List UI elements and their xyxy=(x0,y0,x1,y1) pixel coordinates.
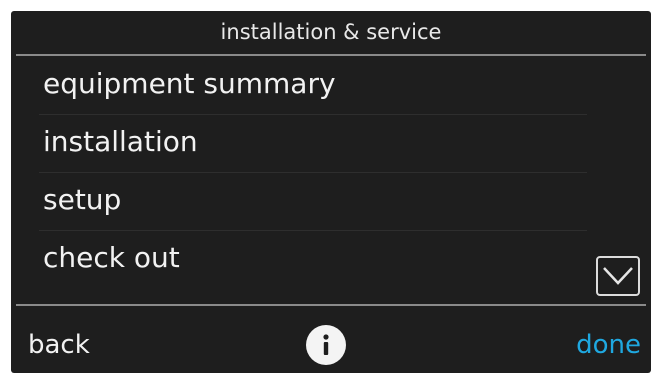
menu-item-equipment-summary[interactable]: equipment summary xyxy=(11,59,596,115)
menu-item-divider xyxy=(39,230,587,231)
menu-item-label: installation xyxy=(43,125,198,158)
thermostat-screen: installation & service equipment summary… xyxy=(11,11,651,373)
title-divider xyxy=(16,54,646,56)
menu-item-label: setup xyxy=(43,183,122,216)
info-icon xyxy=(323,334,329,355)
scroll-down-button[interactable] xyxy=(596,256,640,296)
info-button[interactable] xyxy=(306,325,346,365)
menu-item-setup[interactable]: setup xyxy=(11,175,596,231)
menu-item-installation[interactable]: installation xyxy=(11,117,596,173)
menu-item-label: check out xyxy=(43,241,180,274)
chevron-down-icon xyxy=(603,267,633,285)
done-button[interactable]: done xyxy=(576,330,641,360)
menu-item-check-out[interactable]: check out xyxy=(11,233,596,289)
back-button[interactable]: back xyxy=(28,330,90,360)
menu-item-divider xyxy=(39,172,587,173)
menu-item-label: equipment summary xyxy=(43,67,336,100)
footer-divider xyxy=(16,304,646,306)
page-title: installation & service xyxy=(220,20,442,44)
menu-item-divider xyxy=(39,114,587,115)
